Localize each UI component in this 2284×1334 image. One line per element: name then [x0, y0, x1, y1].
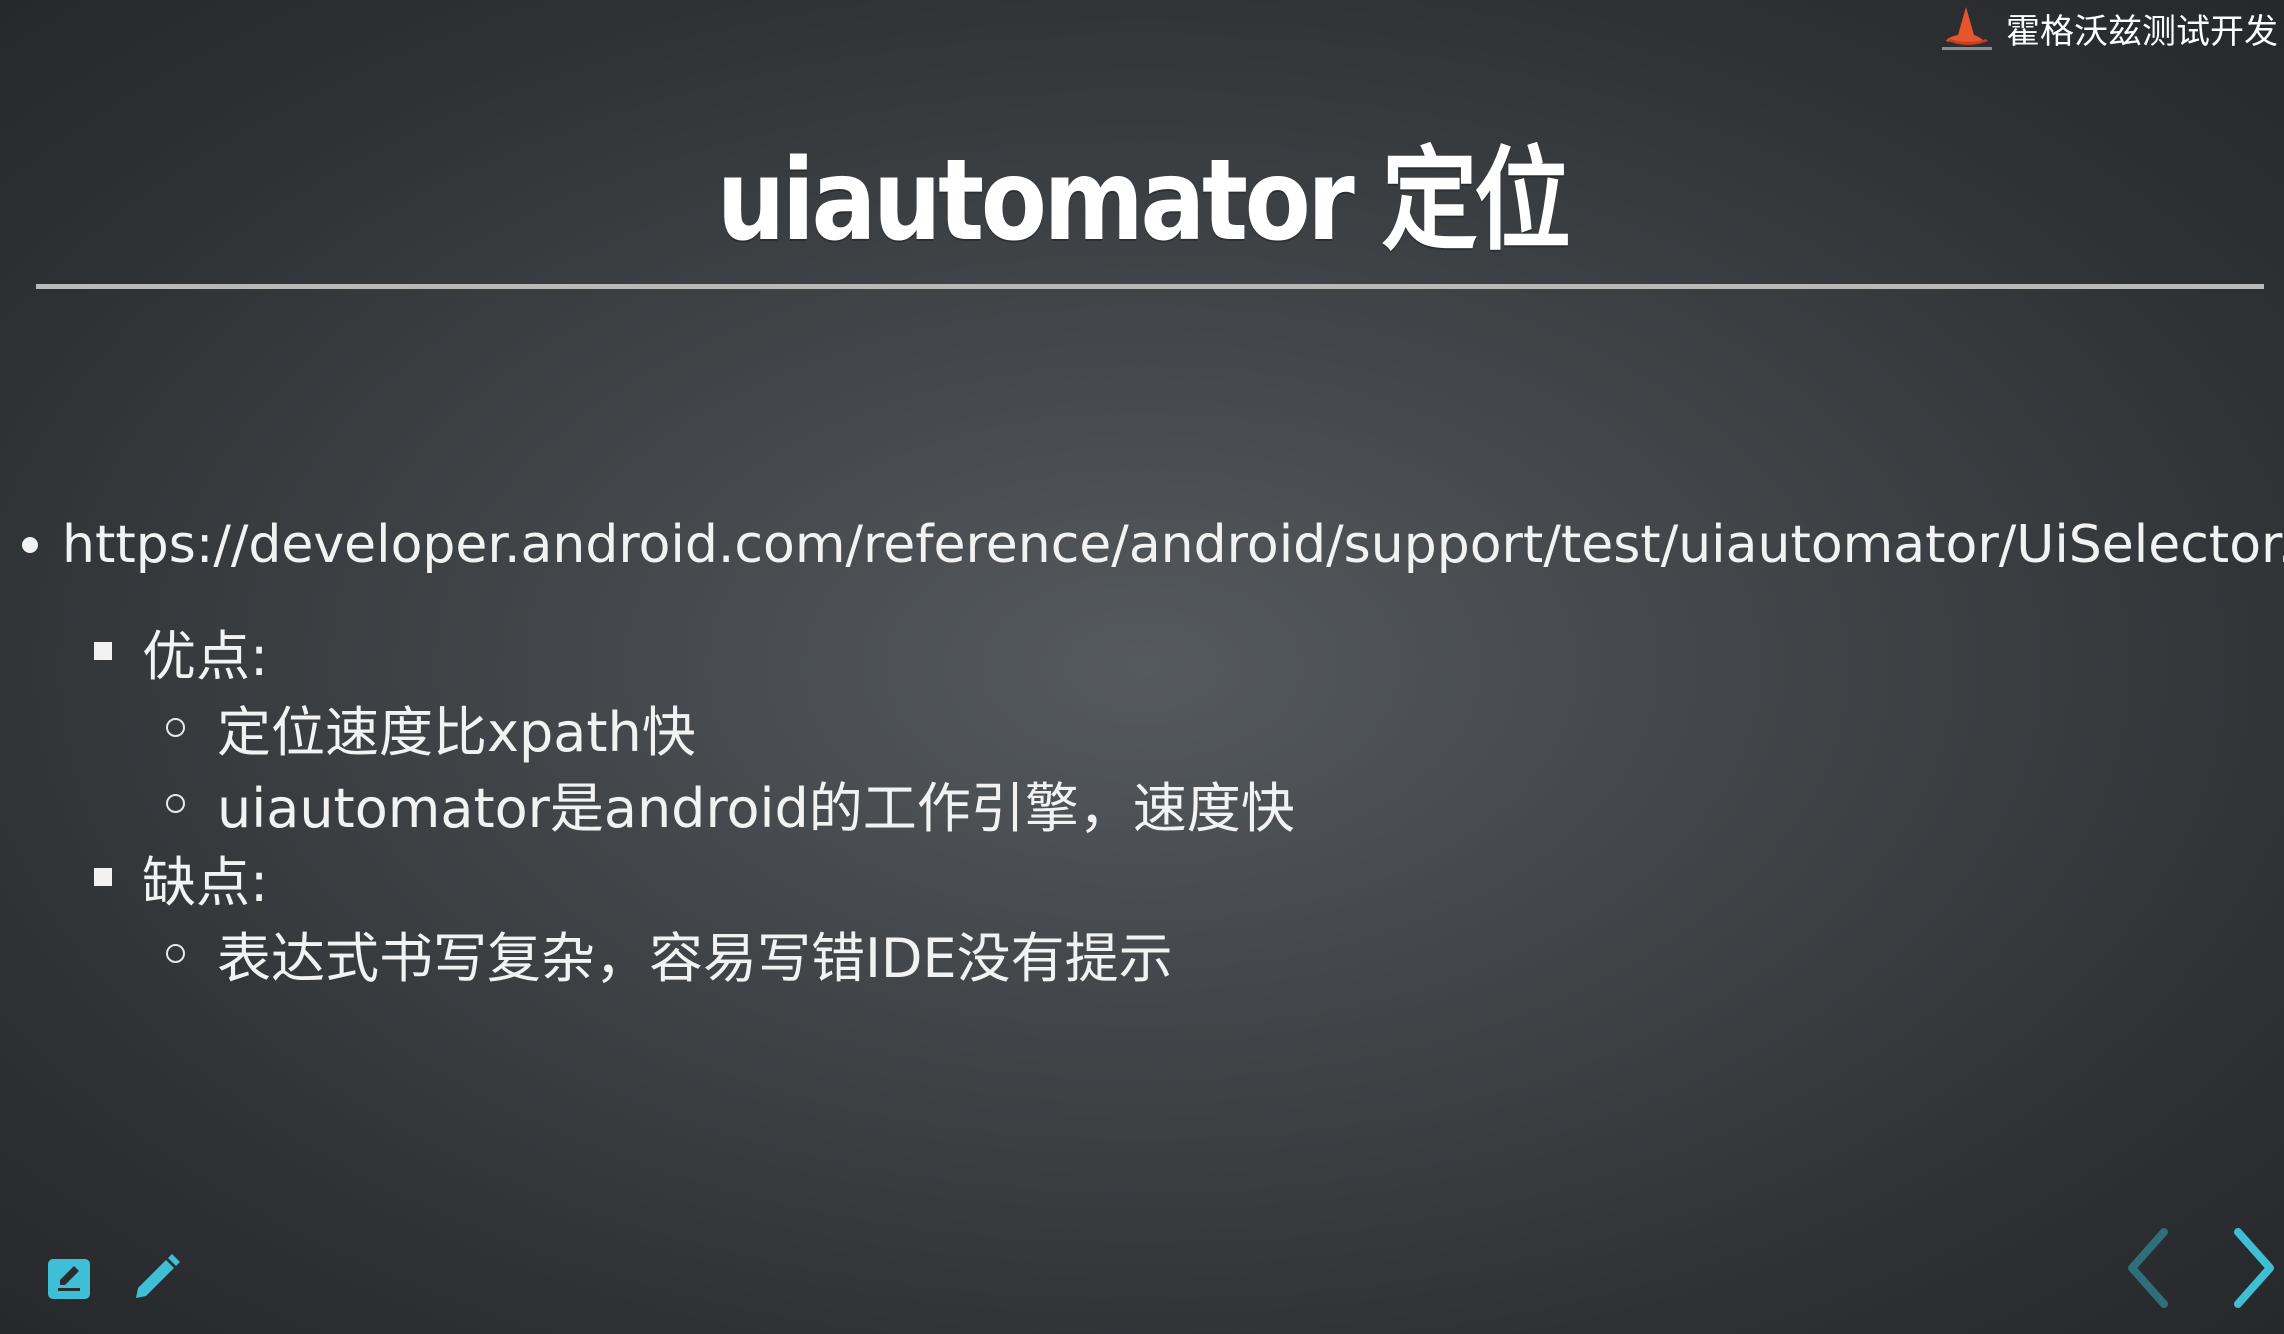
list-item-pros: 优点:: [94, 616, 268, 688]
url-text: https://developer.android.com/reference/…: [62, 515, 2284, 575]
previous-slide-button[interactable]: [2120, 1226, 2180, 1310]
list-item-pro-1: 定位速度比xpath快: [166, 692, 696, 764]
square-bullet-icon: [94, 868, 112, 886]
square-bullet-icon: [94, 642, 112, 660]
pro-text: uiautomator是android的工作引擎，速度快: [217, 776, 1295, 840]
chevron-right-icon: [2234, 1228, 2274, 1308]
slide-content: https://developer.android.com/reference/…: [0, 510, 2284, 1030]
slide-tools: [46, 1252, 182, 1304]
next-slide-button[interactable]: [2224, 1226, 2284, 1310]
pros-label: 优点:: [142, 624, 269, 688]
list-item-con-1: 表达式书写复杂，容易写错IDE没有提示: [166, 918, 1173, 990]
chevron-left-icon: [2128, 1228, 2168, 1308]
pencil-icon[interactable]: [130, 1252, 182, 1304]
disc-bullet-icon: [22, 537, 38, 553]
list-item-cons: 缺点:: [94, 842, 268, 914]
title-divider: [36, 284, 2264, 289]
wizard-hat-icon: [1940, 5, 1996, 53]
pro-text: 定位速度比xpath快: [217, 700, 696, 764]
cons-label: 缺点:: [142, 850, 269, 914]
list-item-url: https://developer.android.com/reference/…: [22, 510, 2284, 580]
circle-bullet-icon: [166, 943, 185, 963]
list-item-pro-2: uiautomator是android的工作引擎，速度快: [166, 768, 1295, 840]
brand-name: 霍格沃兹测试开发: [2006, 12, 2278, 52]
slide-title: uiautomator 定位: [716, 136, 1571, 266]
edit-note-icon[interactable]: [46, 1255, 92, 1301]
circle-bullet-icon: [166, 717, 185, 737]
con-text: 表达式书写复杂，容易写错IDE没有提示: [217, 926, 1173, 990]
brand: 霍格沃兹测试开发: [1940, 4, 2278, 53]
circle-bullet-icon: [166, 793, 185, 813]
